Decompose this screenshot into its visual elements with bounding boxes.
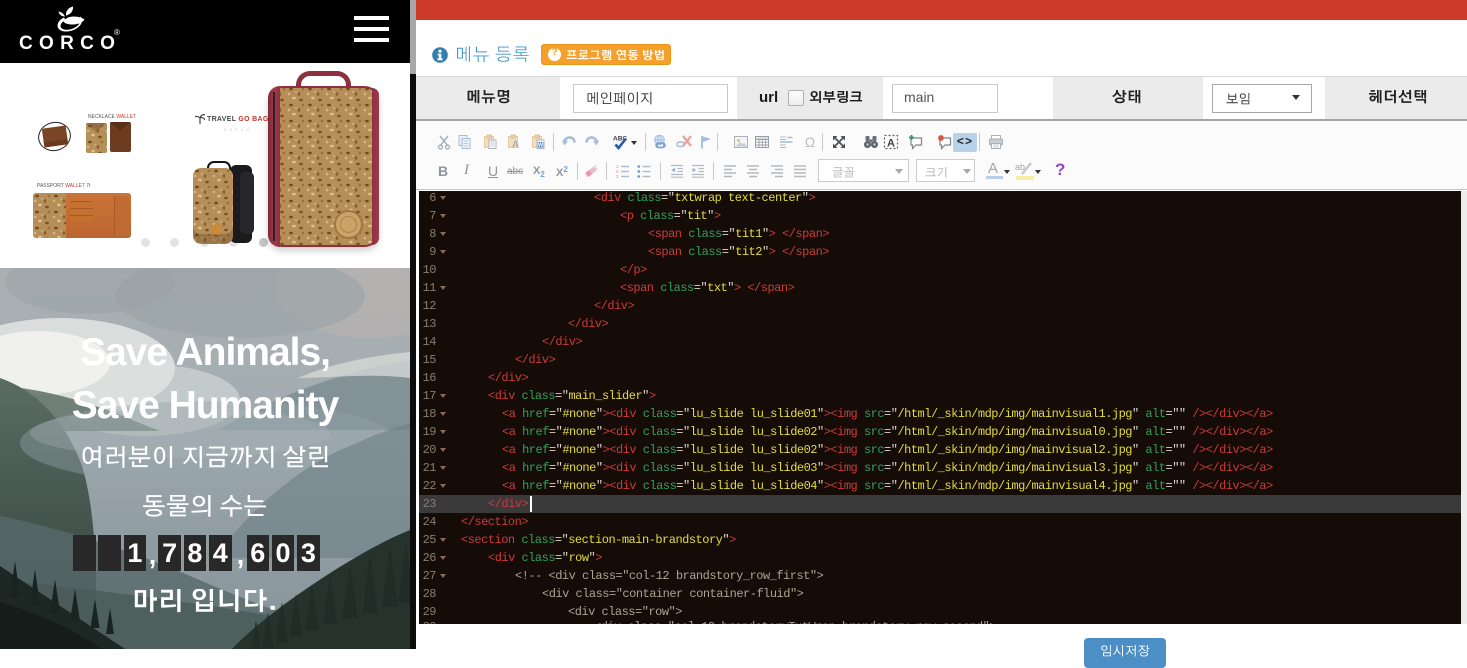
- svg-text:A: A: [593, 165, 598, 172]
- svg-text:A: A: [887, 138, 895, 150]
- svg-text:Ω: Ω: [805, 134, 815, 150]
- svg-text:W: W: [538, 143, 544, 149]
- svg-text:A: A: [512, 140, 519, 151]
- svg-text:3: 3: [616, 174, 619, 179]
